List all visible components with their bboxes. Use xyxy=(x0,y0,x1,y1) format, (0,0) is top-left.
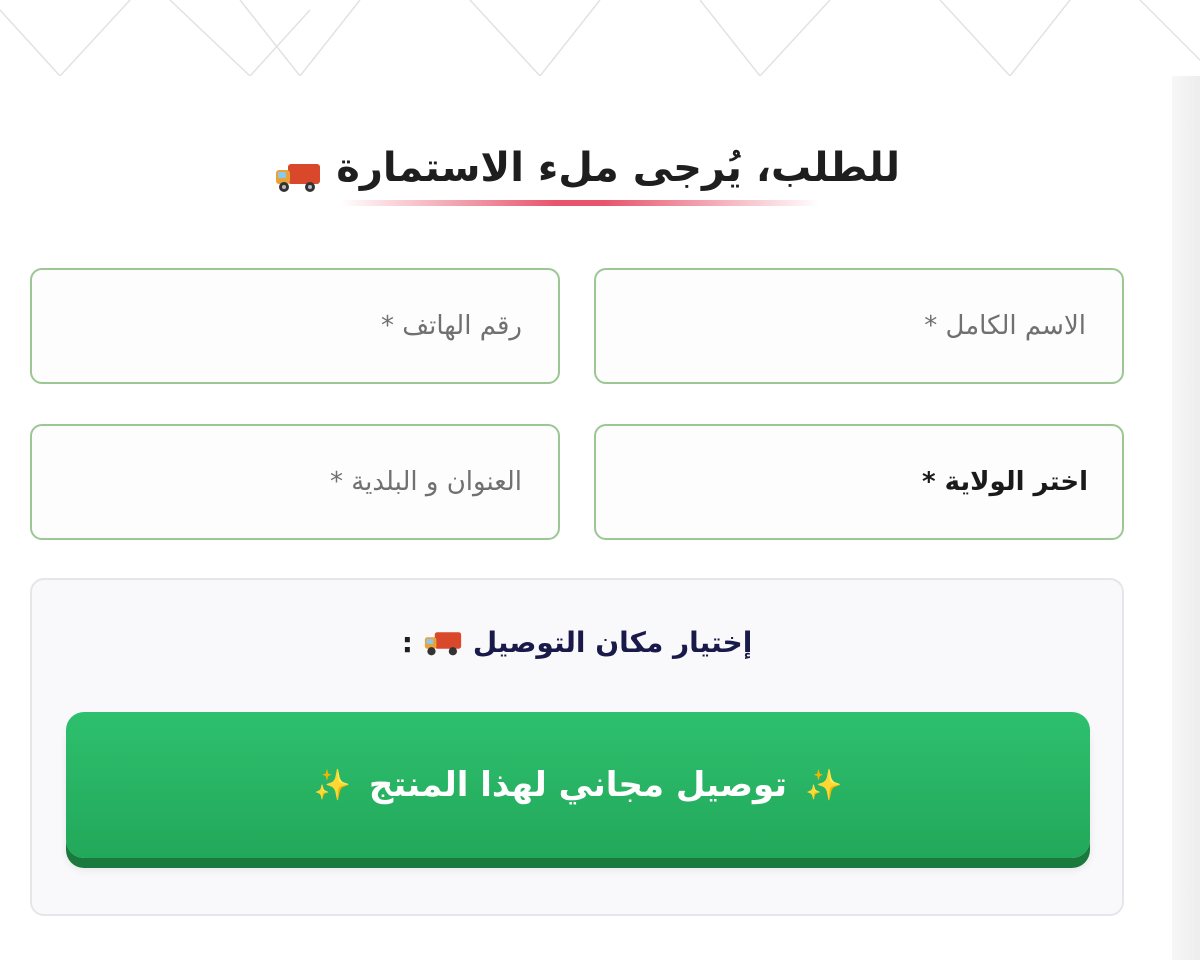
delivery-title: إختيار مكان التوصيل : xyxy=(32,626,1122,659)
page-title: للطلب، يُرجى ملء الاستمارة xyxy=(274,138,900,198)
page: للطلب، يُرجى ملء الاستمارة الاسم الكامل … xyxy=(0,0,1200,960)
address-field[interactable] xyxy=(30,424,560,540)
title-underline xyxy=(340,200,820,206)
right-edge-shadow xyxy=(1172,76,1200,960)
delivery-truck-icon xyxy=(423,629,463,657)
delivery-title-colon: : xyxy=(401,626,413,659)
state-select-label: اختر الولاية * xyxy=(921,467,1088,497)
full-name-field[interactable] xyxy=(594,268,1124,384)
top-decorative-pattern xyxy=(0,0,1200,76)
delivery-section: إختيار مكان التوصيل : ✨ توصيل مجاني لهذا… xyxy=(30,578,1124,916)
phone-field[interactable] xyxy=(30,268,560,384)
free-delivery-label: توصيل مجاني لهذا المنتج xyxy=(368,765,788,805)
order-form: للطلب، يُرجى ملء الاستمارة الاسم الكامل … xyxy=(0,76,1172,960)
delivery-truck-icon xyxy=(274,151,322,192)
form-header: للطلب، يُرجى ملء الاستمارة xyxy=(240,138,940,218)
title-text: للطلب، يُرجى ملء الاستمارة xyxy=(336,145,900,191)
full-name-input[interactable] xyxy=(630,310,1088,342)
state-select[interactable]: اختر الولاية * xyxy=(594,424,1124,540)
phone-input[interactable] xyxy=(66,310,524,342)
free-delivery-button[interactable]: ✨ توصيل مجاني لهذا المنتج ✨ xyxy=(66,712,1090,858)
delivery-title-text: إختيار مكان التوصيل xyxy=(472,626,753,659)
address-input[interactable] xyxy=(66,466,524,498)
sparkles-icon: ✨ xyxy=(313,767,351,803)
sparkles-icon: ✨ xyxy=(805,767,843,803)
